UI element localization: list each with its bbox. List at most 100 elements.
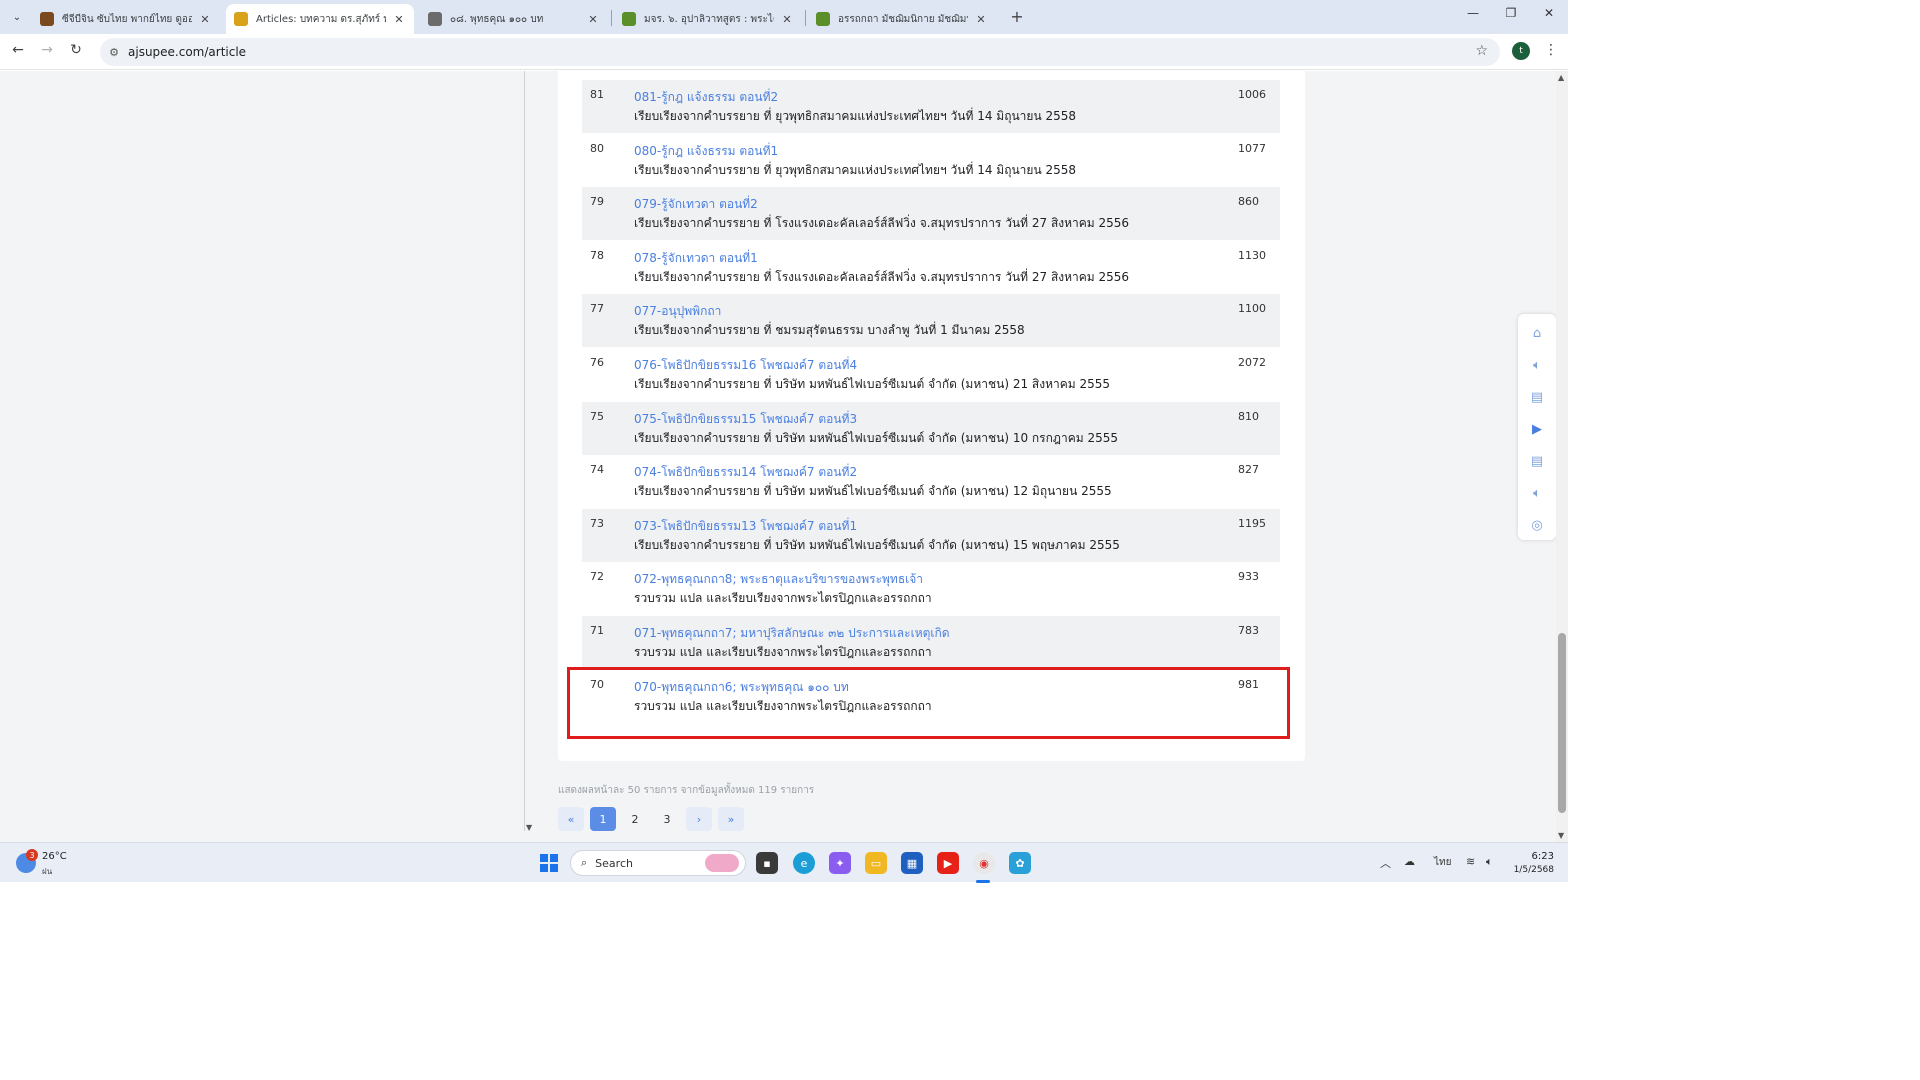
volume-icon[interactable]: 🔈︎ xyxy=(1486,855,1493,869)
restore-button[interactable]: ❐ xyxy=(1496,6,1526,20)
article-view-count: 2072 xyxy=(1238,356,1266,369)
article-description: เรียบเรียงจากคำบรรยาย ที่ โรงแรงเดอะคัลเ… xyxy=(634,216,1130,230)
article-row: 71 071-พุทธคุณกถา7; มหาปุริสลักษณะ ๓๒ ประ… xyxy=(582,616,1280,669)
scroll-up-icon[interactable]: ▲ xyxy=(1558,73,1564,82)
tab-favicon-icon xyxy=(816,12,830,26)
browser-tab-1[interactable]: ซีจีบีจิน ซับไทย พากย์ไทย ดูออนไลน์ ✕ xyxy=(32,4,220,34)
forward-button[interactable]: → xyxy=(37,42,57,58)
pagination: « 1 2 3 › » xyxy=(558,807,750,831)
article-number: 71 xyxy=(590,624,604,637)
floating-toolbar: ⌂ 🔈︎ ▤ ▶ ▤ 🔈︎ ◎ xyxy=(1518,314,1556,540)
article-title-link[interactable]: 076-โพธิปักขิยธรรม16 โพชฌงค์7 ตอนที่4 xyxy=(634,356,857,375)
tab-close-icon[interactable]: ✕ xyxy=(974,13,988,26)
side-frame-scroll-down-icon[interactable]: ▼ xyxy=(526,823,532,832)
tab-close-icon[interactable]: ✕ xyxy=(198,13,212,26)
article-view-count: 1130 xyxy=(1238,249,1266,262)
article-row: 79 079-รู้จักเทวดา ตอนที่2 เรียบเรียงจากคำ… xyxy=(582,187,1280,240)
speaker-icon-2[interactable]: 🔈︎ xyxy=(1527,484,1547,504)
next-page-button[interactable]: › xyxy=(686,807,712,831)
scroll-down-icon[interactable]: ▼ xyxy=(1558,831,1564,840)
play-icon[interactable]: ▶ xyxy=(1527,420,1547,440)
browser-tab-2[interactable]: Articles: บทความ ดร.สุภัทร์ ทุมทอง ✕ xyxy=(226,4,414,34)
article-title-link[interactable]: 073-โพธิปักขิยธรรม13 โพชฌงค์7 ตอนที่1 xyxy=(634,517,857,536)
file-explorer-icon[interactable]: ▭ xyxy=(865,852,887,874)
article-title-link[interactable]: 075-โพธิปักขิยธรรม15 โพชฌงค์7 ตอนที่3 xyxy=(634,410,857,429)
article-title-link[interactable]: 072-พุทธคุณกถา8; พระธาตุและบริขารของพระพ… xyxy=(634,570,923,589)
article-description: เรียบเรียงจากคำบรรยาย ที่ ชมรมสุรัตนธรรม… xyxy=(634,323,1025,337)
bookmark-star-icon[interactable]: ☆ xyxy=(1475,43,1488,59)
first-page-button[interactable]: « xyxy=(558,807,584,831)
scrollbar-thumb[interactable] xyxy=(1558,633,1566,813)
weather-condition[interactable]: ฝน xyxy=(42,865,52,878)
article-description: เรียบเรียงจากคำบรรยาย ที่ บริษัท มหพันธ์… xyxy=(634,484,1112,498)
site-settings-icon[interactable]: ⚙ xyxy=(100,46,128,59)
speaker-icon[interactable]: 🔈︎ xyxy=(1527,356,1547,376)
browser-tab-3[interactable]: ๐๘. พุทธคุณ ๑๐๐ บท ✕ xyxy=(420,4,608,34)
tab-title: ๐๘. พุทธคุณ ๑๐๐ บท xyxy=(450,13,544,25)
tab-strip: ⌄ ซีจีบีจิน ซับไทย พากย์ไทย ดูออนไลน์✕Ar… xyxy=(0,0,1568,34)
page-2-button[interactable]: 2 xyxy=(622,807,648,831)
back-button[interactable]: ← xyxy=(8,42,28,58)
article-number: 77 xyxy=(590,302,604,315)
accessibility-icon[interactable]: ◎ xyxy=(1527,516,1547,536)
minimize-button[interactable]: — xyxy=(1458,6,1488,20)
tab-separator xyxy=(805,10,806,26)
copilot-icon[interactable]: ✦ xyxy=(829,852,851,874)
article-title-link[interactable]: 071-พุทธคุณกถา7; มหาปุริสลักษณะ ๓๒ ประกา… xyxy=(634,624,950,643)
start-button[interactable] xyxy=(540,854,558,872)
article-description: รวบรวม แปล และเรียบเรียงจากพระไตรปิฎกและ… xyxy=(634,591,932,605)
tab-search-button[interactable]: ⌄ xyxy=(6,6,28,28)
home-icon[interactable]: ⌂ xyxy=(1527,324,1547,344)
store-icon[interactable]: ▦ xyxy=(901,852,923,874)
wifi-icon[interactable]: ≋ xyxy=(1466,855,1475,868)
last-page-button[interactable]: » xyxy=(718,807,744,831)
reload-button[interactable]: ↻ xyxy=(66,42,86,58)
task-view-icon[interactable]: ▪ xyxy=(756,852,778,874)
taskbar-search-placeholder: Search xyxy=(595,856,633,870)
url-text[interactable]: ajsupee.com/article xyxy=(128,45,246,59)
article-title-link[interactable]: 077-อนุปุพพิกถา xyxy=(634,302,721,321)
cloud-offline-icon[interactable]: ☁ xyxy=(1404,855,1415,868)
tab-close-icon[interactable]: ✕ xyxy=(780,13,794,26)
edge-icon[interactable]: e xyxy=(793,852,815,874)
chrome-active-indicator xyxy=(976,880,990,883)
profile-avatar[interactable]: t xyxy=(1512,42,1530,60)
taskbar-search[interactable]: ⌕ Search xyxy=(570,850,746,876)
weather-temperature[interactable]: 26°C xyxy=(42,851,67,862)
article-title-link[interactable]: 079-รู้จักเทวดา ตอนที่2 xyxy=(634,195,758,214)
article-row: 76 076-โพธิปักขิยธรรม16 โพชฌงค์7 ตอนที่4 เ… xyxy=(582,348,1280,401)
article-row: 81 081-รู้กฎ แจ้งธรรม ตอนที่2 เรียบเรียงจา… xyxy=(582,80,1280,133)
document-icon-2[interactable]: ▤ xyxy=(1527,452,1547,472)
page-1-button[interactable]: 1 xyxy=(590,807,616,831)
clock-date[interactable]: 1/5/2568 xyxy=(1506,865,1554,875)
article-title-link[interactable]: 080-รู้กฎ แจ้งธรรม ตอนที่1 xyxy=(634,142,778,161)
new-tab-button[interactable]: + xyxy=(1008,7,1026,26)
tab-close-icon[interactable]: ✕ xyxy=(392,13,406,26)
language-indicator[interactable]: ไทย xyxy=(1434,855,1451,870)
plus-icon: + xyxy=(1010,7,1024,26)
address-bar[interactable]: ⚙ ajsupee.com/article ☆ xyxy=(100,38,1500,66)
browser-menu-icon[interactable]: ⋮ xyxy=(1544,42,1558,58)
close-window-button[interactable]: ✕ xyxy=(1534,6,1564,20)
youtube-icon[interactable]: ▶ xyxy=(937,852,959,874)
weather-badge: 3 xyxy=(26,849,38,861)
tray-overflow-icon[interactable]: ︿ xyxy=(1380,855,1391,871)
app-icon[interactable]: ✿ xyxy=(1009,852,1031,874)
page-3-button[interactable]: 3 xyxy=(654,807,680,831)
article-number: 78 xyxy=(590,249,604,262)
article-view-count: 827 xyxy=(1238,463,1259,476)
article-title-link[interactable]: 074-โพธิปักขิยธรรม14 โพชฌงค์7 ตอนที่2 xyxy=(634,463,857,482)
article-view-count: 1100 xyxy=(1238,302,1266,315)
browser-tab-4[interactable]: มจร. ๖. อุปาลิวาทสูตร : พระไตรปิฎก ✕ xyxy=(614,4,802,34)
chrome-icon[interactable]: ◉ xyxy=(973,852,995,874)
tab-close-icon[interactable]: ✕ xyxy=(586,13,600,26)
browser-tab-5[interactable]: อรรถกถา มัชฌิมนิกาย มัชฌิมปัณณาสก์ ✕ xyxy=(808,4,996,34)
side-frame-divider xyxy=(524,71,525,831)
article-title-link[interactable]: 081-รู้กฎ แจ้งธรรม ตอนที่2 xyxy=(634,88,778,107)
article-view-count: 783 xyxy=(1238,624,1259,637)
document-icon[interactable]: ▤ xyxy=(1527,388,1547,408)
article-row: 75 075-โพธิปักขิยธรรม15 โพชฌงค์7 ตอนที่3 เ… xyxy=(582,402,1280,455)
tab-title: Articles: บทความ ดร.สุภัทร์ ทุมทอง xyxy=(256,13,386,25)
article-title-link[interactable]: 078-รู้จักเทวดา ตอนที่1 xyxy=(634,249,758,268)
clock-time[interactable]: 6:23 xyxy=(1528,851,1554,862)
